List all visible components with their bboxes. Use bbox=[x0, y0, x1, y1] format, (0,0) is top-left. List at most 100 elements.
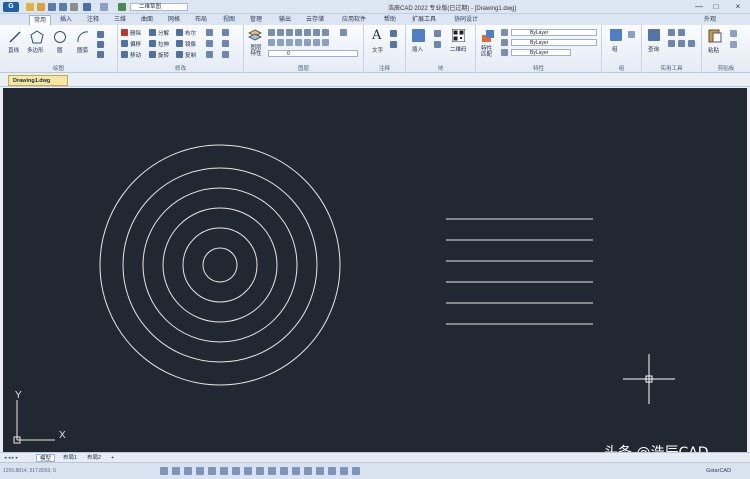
stretch-icon[interactable] bbox=[149, 40, 156, 47]
move-icon[interactable] bbox=[121, 51, 128, 58]
tab-collab[interactable]: 协同设计 bbox=[450, 15, 482, 25]
circle-4[interactable] bbox=[142, 187, 298, 343]
polygon-icon[interactable] bbox=[30, 30, 44, 44]
drawing-canvas[interactable]: Y X bbox=[3, 88, 747, 452]
status-tool-5-icon[interactable] bbox=[208, 467, 216, 475]
explode-icon[interactable] bbox=[149, 29, 156, 36]
utility-2-icon[interactable] bbox=[678, 29, 685, 36]
copy-clip-icon[interactable] bbox=[730, 41, 737, 48]
tab-cloud[interactable]: 云存储 bbox=[302, 15, 328, 25]
dimension-icon[interactable] bbox=[390, 30, 397, 37]
app-logo-icon[interactable]: G bbox=[3, 2, 19, 12]
color-select[interactable]: ByLayer bbox=[511, 29, 597, 36]
text-icon[interactable]: A bbox=[372, 28, 381, 43]
redo-icon[interactable] bbox=[100, 3, 108, 11]
circle-2[interactable] bbox=[182, 227, 258, 303]
tab-annotate[interactable]: 注释 bbox=[83, 15, 103, 25]
layer-tool-11-icon[interactable] bbox=[286, 39, 293, 46]
ungroup-icon[interactable] bbox=[628, 31, 635, 38]
workspace-select[interactable]: 二维草图 bbox=[130, 3, 188, 11]
utility-1-icon[interactable] bbox=[668, 29, 675, 36]
group-icon[interactable] bbox=[610, 29, 622, 41]
status-tool-4-icon[interactable] bbox=[196, 467, 204, 475]
region-icon[interactable] bbox=[97, 51, 104, 58]
paste-icon[interactable] bbox=[708, 28, 722, 43]
tab-mesh[interactable]: 网格 bbox=[164, 15, 184, 25]
ellipse-icon[interactable] bbox=[97, 41, 104, 48]
concentric-circles[interactable] bbox=[99, 144, 341, 386]
move-button[interactable]: 移动 bbox=[130, 51, 141, 59]
erase-icon[interactable] bbox=[121, 29, 128, 36]
layout-tab-1[interactable]: 布局1 bbox=[60, 454, 80, 462]
paste-button[interactable]: 粘贴 bbox=[708, 46, 719, 54]
circle-1[interactable] bbox=[202, 247, 238, 283]
create-block-icon[interactable] bbox=[434, 30, 441, 37]
status-tool-17-icon[interactable] bbox=[352, 467, 360, 475]
circle-5[interactable] bbox=[122, 167, 318, 363]
circle-icon[interactable] bbox=[53, 30, 67, 44]
tab-output[interactable]: 输出 bbox=[275, 15, 295, 25]
chamfer-icon[interactable] bbox=[222, 51, 229, 58]
trim-icon[interactable] bbox=[206, 29, 213, 36]
tab-manage[interactable]: 管理 bbox=[246, 15, 266, 25]
group-button[interactable]: 组 bbox=[612, 45, 618, 53]
status-tool-8-icon[interactable] bbox=[244, 467, 252, 475]
arc-label[interactable]: 圆弧 bbox=[77, 46, 88, 54]
status-tool-6-icon[interactable] bbox=[220, 467, 228, 475]
utility-5-icon[interactable] bbox=[688, 40, 695, 47]
offset-icon[interactable] bbox=[121, 40, 128, 47]
layers-icon[interactable] bbox=[248, 28, 262, 42]
status-tool-7-icon[interactable] bbox=[232, 467, 240, 475]
status-tool-3-icon[interactable] bbox=[184, 467, 192, 475]
match-properties-icon[interactable] bbox=[481, 29, 495, 43]
tab-help[interactable]: 帮助 bbox=[380, 15, 400, 25]
appearance-menu[interactable]: 外观 bbox=[700, 15, 720, 25]
arc-icon[interactable] bbox=[76, 30, 90, 44]
layer-select[interactable]: 0 bbox=[268, 50, 358, 57]
polygon-label[interactable]: 多边形 bbox=[27, 46, 44, 54]
hatch-icon[interactable] bbox=[97, 31, 104, 38]
document-tab-drawing1[interactable]: Drawing1.dwg bbox=[8, 75, 68, 86]
maximize-button[interactable]: □ bbox=[709, 2, 723, 12]
status-tool-2-icon[interactable] bbox=[172, 467, 180, 475]
text-button[interactable]: 文字 bbox=[372, 46, 383, 54]
status-tool-14-icon[interactable] bbox=[316, 467, 324, 475]
layout-tab-2[interactable]: 布局2 bbox=[84, 454, 104, 462]
layer-tool-3-icon[interactable] bbox=[286, 29, 293, 36]
parallel-lines[interactable] bbox=[446, 218, 593, 325]
rotate-icon[interactable] bbox=[149, 51, 156, 58]
status-tool-11-icon[interactable] bbox=[280, 467, 288, 475]
layer-tool-12-icon[interactable] bbox=[295, 39, 302, 46]
tab-view[interactable]: 视图 bbox=[219, 15, 239, 25]
close-button[interactable]: × bbox=[731, 2, 745, 12]
layer-tool-2-icon[interactable] bbox=[277, 29, 284, 36]
utility-4-icon[interactable] bbox=[678, 40, 685, 47]
lineweight-select[interactable]: ByLayer bbox=[511, 49, 571, 56]
line-icon[interactable] bbox=[8, 30, 22, 44]
layer-tool-8-icon[interactable] bbox=[340, 29, 347, 36]
scale-icon[interactable] bbox=[222, 29, 229, 36]
measure-button[interactable]: 查询 bbox=[648, 45, 659, 53]
circle-6[interactable] bbox=[99, 144, 341, 386]
boolean-button[interactable]: 布尔 bbox=[185, 29, 196, 37]
layer-tool-4-icon[interactable] bbox=[295, 29, 302, 36]
status-tool-16-icon[interactable] bbox=[340, 467, 348, 475]
erase-button[interactable]: 删除 bbox=[130, 29, 141, 37]
tab-layout[interactable]: 布局 bbox=[191, 15, 211, 25]
workspace-icon[interactable] bbox=[118, 3, 126, 11]
open-icon[interactable] bbox=[37, 3, 45, 11]
qrcode-button[interactable]: 二维码 bbox=[450, 45, 467, 53]
array-icon[interactable] bbox=[206, 51, 213, 58]
layer-tool-5-icon[interactable] bbox=[304, 29, 311, 36]
copy-icon[interactable] bbox=[176, 51, 183, 58]
insert-block-button[interactable]: 插入 bbox=[412, 45, 423, 53]
minimize-button[interactable]: — bbox=[692, 2, 706, 12]
layer-tool-13-icon[interactable] bbox=[304, 39, 311, 46]
measure-icon[interactable] bbox=[648, 29, 660, 41]
match-properties-button[interactable]: 特性匹配 bbox=[481, 46, 495, 58]
cut-icon[interactable] bbox=[730, 30, 737, 37]
print-icon[interactable] bbox=[70, 3, 78, 11]
rotate-button[interactable]: 旋转 bbox=[158, 51, 169, 59]
explode-button[interactable]: 分解 bbox=[158, 29, 169, 37]
extend-icon[interactable] bbox=[222, 40, 229, 47]
